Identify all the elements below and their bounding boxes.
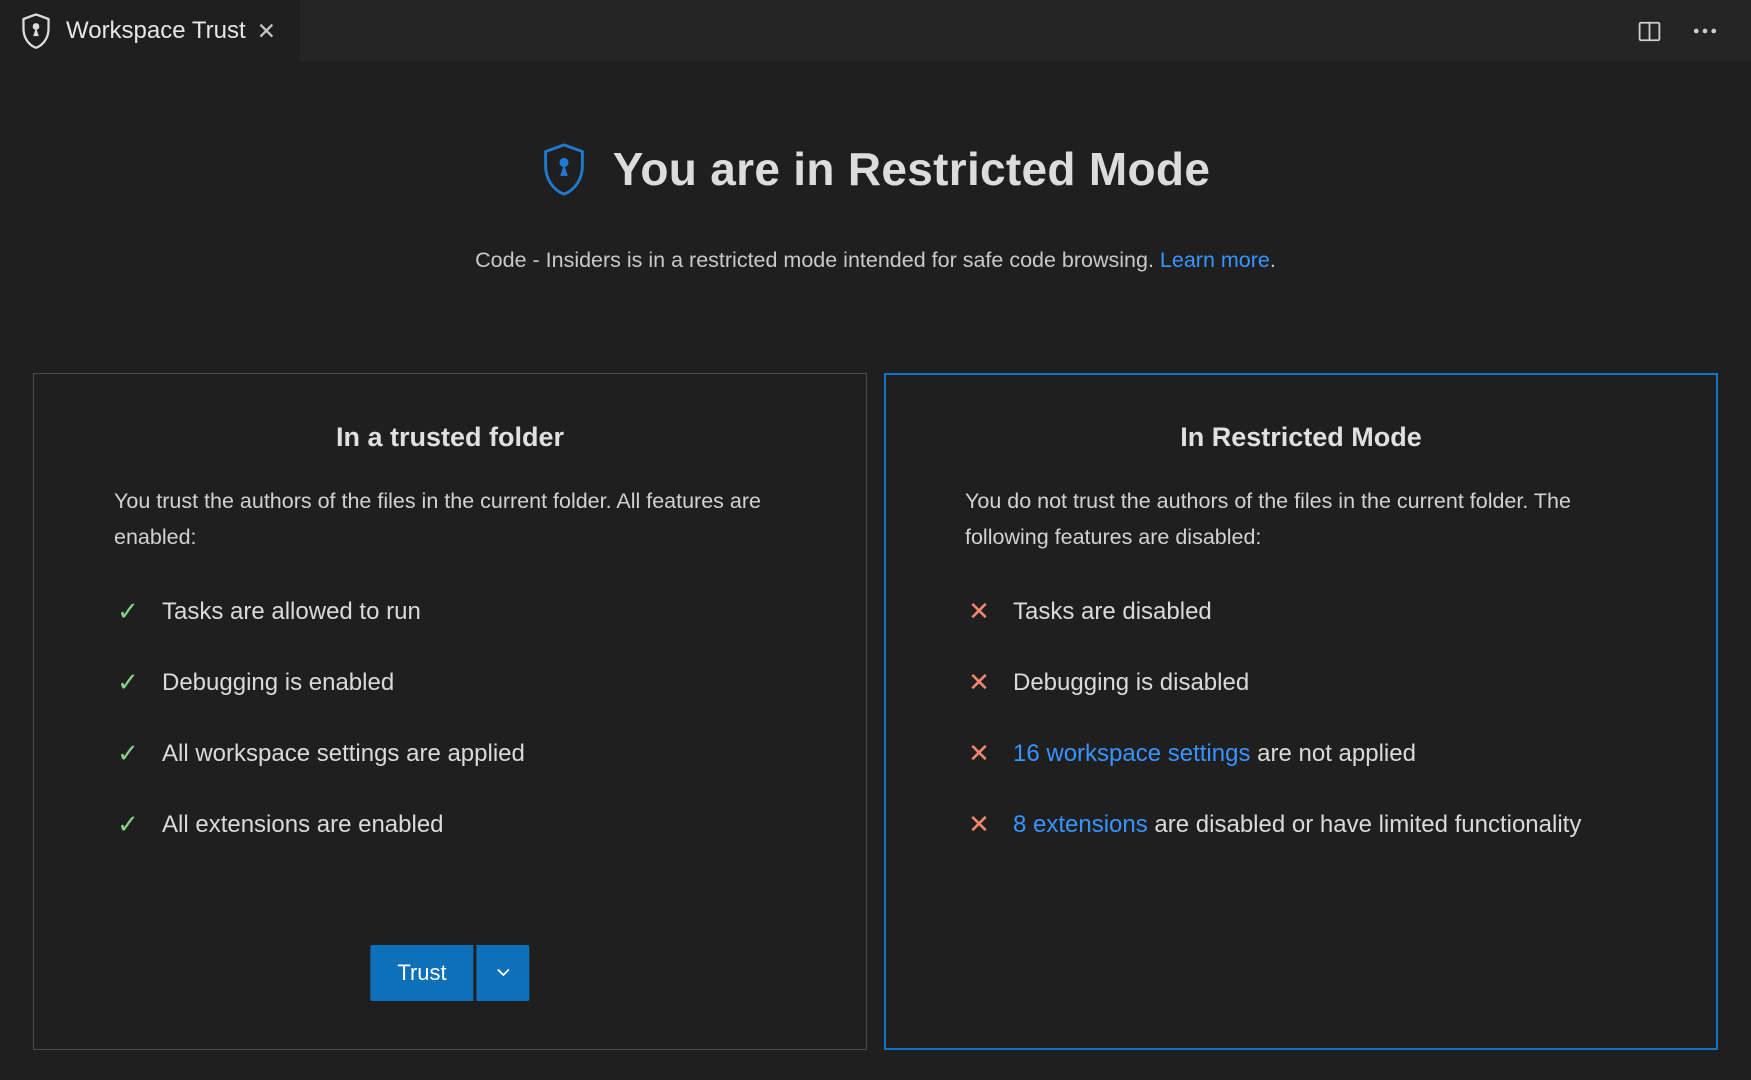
close-icon[interactable]: ✕ <box>253 18 280 45</box>
x-icon: ✕ <box>965 666 993 699</box>
editor-tab-bar: Workspace Trust ✕ <box>0 0 1751 62</box>
workspace-trust-hero: You are in Restricted Mode Code - Inside… <box>0 140 1751 273</box>
list-item: ✓ Debugging is enabled <box>114 666 786 699</box>
list-item: ✓ Tasks are allowed to run <box>114 595 786 628</box>
trusted-card-heading: In a trusted folder <box>114 422 786 453</box>
split-editor-icon[interactable] <box>1636 18 1663 45</box>
list-item: ✓ All extensions are enabled <box>114 808 786 841</box>
feature-text: Tasks are allowed to run <box>162 595 421 628</box>
extensions-link[interactable]: 8 extensions <box>1013 811 1148 838</box>
trust-button[interactable]: Trust <box>370 945 473 1001</box>
feature-text: Debugging is disabled <box>1013 666 1249 699</box>
subtitle-suffix: . <box>1270 248 1276 272</box>
trust-split-button: Trust <box>370 945 529 1001</box>
feature-text: 16 workspace settings are not applied <box>1013 737 1416 770</box>
trust-dropdown-button[interactable] <box>477 945 530 1001</box>
tab-workspace-trust[interactable]: Workspace Trust ✕ <box>0 0 300 62</box>
x-icon: ✕ <box>965 595 993 628</box>
check-icon: ✓ <box>114 808 142 841</box>
trusted-folder-card: In a trusted folder You trust the author… <box>33 373 867 1050</box>
restricted-card-heading: In Restricted Mode <box>965 422 1637 453</box>
restricted-mode-card: In Restricted Mode You do not trust the … <box>884 373 1718 1050</box>
feature-text-rest: are disabled or have limited functionali… <box>1148 811 1582 838</box>
page-title: You are in Restricted Mode <box>613 142 1210 196</box>
more-actions-icon[interactable] <box>1691 17 1719 45</box>
x-icon: ✕ <box>965 737 993 770</box>
chevron-down-icon <box>491 960 515 987</box>
feature-text: All extensions are enabled <box>162 808 444 841</box>
list-item: ✕ 8 extensions are disabled or have limi… <box>965 808 1637 841</box>
check-icon: ✓ <box>114 737 142 770</box>
list-item: ✓ All workspace settings are applied <box>114 737 786 770</box>
learn-more-link[interactable]: Learn more <box>1160 248 1270 272</box>
feature-text-rest: are not applied <box>1250 740 1415 767</box>
feature-text: All workspace settings are applied <box>162 737 525 770</box>
check-icon: ✓ <box>114 666 142 699</box>
shield-icon <box>541 140 587 198</box>
restricted-card-description: You do not trust the authors of the file… <box>965 483 1595 555</box>
tab-title: Workspace Trust <box>66 17 246 45</box>
feature-text: Tasks are disabled <box>1013 595 1212 628</box>
check-icon: ✓ <box>114 595 142 628</box>
shield-icon <box>20 12 52 50</box>
workspace-settings-link[interactable]: 16 workspace settings <box>1013 740 1250 767</box>
x-icon: ✕ <box>965 808 993 841</box>
trust-cards: In a trusted folder You trust the author… <box>33 373 1718 1050</box>
feature-text: Debugging is enabled <box>162 666 394 699</box>
list-item: ✕ Tasks are disabled <box>965 595 1637 628</box>
list-item: ✕ 16 workspace settings are not applied <box>965 737 1637 770</box>
trusted-card-description: You trust the authors of the files in th… <box>114 483 784 555</box>
page-subtitle: Code - Insiders is in a restricted mode … <box>0 248 1751 273</box>
editor-actions <box>1636 0 1751 62</box>
feature-text: 8 extensions are disabled or have limite… <box>1013 808 1581 841</box>
list-item: ✕ Debugging is disabled <box>965 666 1637 699</box>
subtitle-text: Code - Insiders is in a restricted mode … <box>475 248 1160 272</box>
